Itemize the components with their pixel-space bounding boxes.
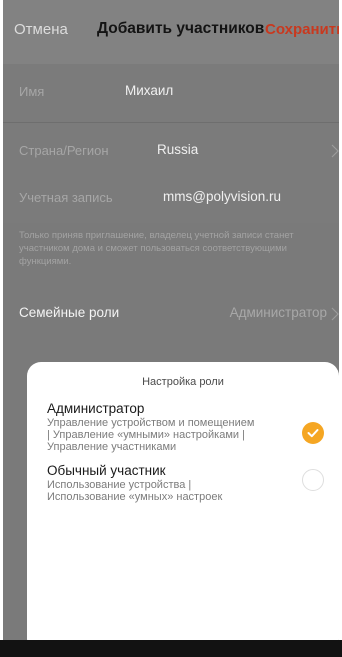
account-value: mms@polyvision.ru [163, 189, 281, 204]
chevron-right-icon [331, 307, 339, 321]
role-option-title: Обычный участник [47, 463, 166, 478]
description-line: | Управление «умными» настройками | [47, 429, 245, 441]
radio-empty-icon[interactable] [302, 469, 324, 491]
invitation-hint: Только приняв приглашение, владелец учет… [19, 230, 294, 267]
family-role-label: Семейные роли [19, 305, 120, 320]
cancel-button[interactable]: Отмена [14, 21, 68, 38]
family-role-row[interactable]: Семейные роли Администратор [3, 286, 339, 338]
chevron-right-icon [331, 144, 339, 158]
description-line: Управление устройством и помещением [47, 417, 255, 429]
account-section: Страна/Регион Russia Учетная запись mms@… [3, 123, 339, 223]
country-label: Страна/Регион [19, 143, 109, 158]
name-row[interactable]: Имя Михаил [3, 64, 339, 122]
top-bar: Отмена Добавить участников Сохранить [3, 0, 339, 64]
check-icon[interactable] [302, 422, 324, 444]
bottom-edge-bar [0, 640, 342, 657]
role-picker-sheet: Настройка роли Администратор Управление … [27, 362, 339, 653]
name-label: Имя [19, 84, 45, 99]
country-row[interactable]: Страна/Регион Russia [3, 123, 339, 173]
account-label: Учетная запись [19, 190, 113, 205]
role-option-description: Использование устройства | Использование… [47, 479, 287, 503]
description-line: Использование «умных» настроек [47, 491, 223, 503]
role-option-admin[interactable]: Администратор Управление устройством и п… [47, 401, 287, 453]
save-button[interactable]: Сохранить [265, 21, 339, 38]
description-line: Управление участниками [47, 441, 177, 453]
name-value: Михаил [125, 83, 174, 98]
role-option-member[interactable]: Обычный участник Использование устройств… [47, 463, 287, 503]
account-row[interactable]: Учетная запись mms@polyvision.ru [3, 173, 339, 223]
sheet-title: Настройка роли [142, 376, 224, 388]
country-value: Russia [157, 142, 199, 157]
role-option-description: Управление устройством и помещением | Уп… [47, 417, 287, 453]
family-role-value: Администратор [229, 305, 327, 320]
role-option-title: Администратор [47, 401, 145, 416]
page-title: Добавить участников [97, 20, 265, 37]
description-line: Использование устройства | [47, 479, 192, 491]
